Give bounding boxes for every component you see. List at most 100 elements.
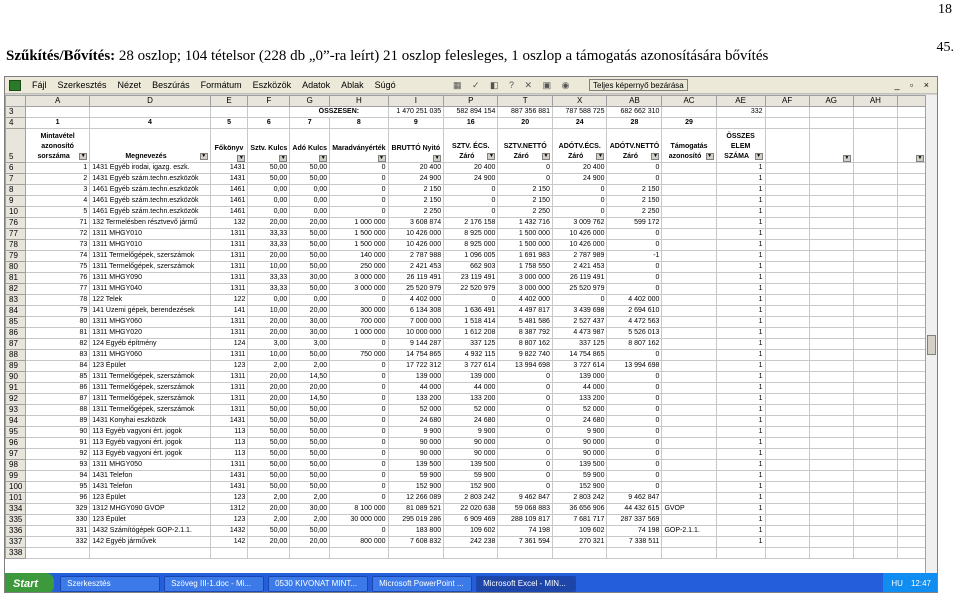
cell[interactable]: 12 266 089 xyxy=(387,492,445,504)
cell[interactable] xyxy=(896,173,927,185)
filter-dropdown-icon[interactable]: ▼ xyxy=(279,155,288,162)
row-header[interactable]: 89 xyxy=(5,360,26,372)
cell[interactable]: 50,00 xyxy=(247,426,291,438)
cell[interactable]: 1461 xyxy=(209,195,249,207)
taskbar-button[interactable]: Szöveg III-1.doc - Mi... xyxy=(164,575,265,592)
cell[interactable] xyxy=(808,393,854,405)
cell[interactable]: 36 656 906 xyxy=(551,503,608,515)
cell[interactable]: 1 500 000 xyxy=(497,239,553,251)
row-header[interactable]: 77 xyxy=(5,228,26,240)
cell[interactable]: 50,00 xyxy=(247,415,291,427)
cell[interactable]: 123 Épület xyxy=(89,492,211,504)
cell[interactable]: 1 xyxy=(715,261,766,273)
cell[interactable]: 750 000 xyxy=(329,349,389,361)
cell[interactable]: 1311 xyxy=(209,327,249,339)
cell[interactable] xyxy=(896,536,927,548)
menu-tools[interactable]: Eszközök xyxy=(253,80,292,90)
cell[interactable]: 7 681 717 xyxy=(551,514,608,526)
cell[interactable]: 5 xyxy=(209,117,249,129)
cell[interactable] xyxy=(606,547,663,559)
cell[interactable] xyxy=(661,250,717,262)
cell[interactable]: 50,00 xyxy=(289,525,331,537)
cell[interactable]: 5 526 013 xyxy=(606,327,663,339)
cell[interactable] xyxy=(764,162,810,174)
cell[interactable]: 0 xyxy=(551,195,608,207)
header-sztv-key[interactable]: Sztv. Kulcs ▼ xyxy=(247,128,291,163)
col-header[interactable]: F xyxy=(247,95,291,107)
total-label[interactable]: ÖSSZESEN: xyxy=(289,106,389,118)
cell[interactable]: 2 150 xyxy=(387,195,445,207)
cell[interactable] xyxy=(808,371,854,383)
cell[interactable]: 33,33 xyxy=(247,228,291,240)
cell[interactable]: 88 xyxy=(24,404,91,416)
cell[interactable]: 9 462 847 xyxy=(606,492,663,504)
cell[interactable]: 1311 xyxy=(209,283,249,295)
cell[interactable]: 83 xyxy=(24,349,91,361)
cell[interactable]: 1 xyxy=(24,117,91,129)
cell[interactable]: 50,00 xyxy=(289,415,331,427)
cell[interactable] xyxy=(808,217,854,229)
cell[interactable] xyxy=(764,327,810,339)
cell[interactable]: 1311 Termelőgépek, szerszámok xyxy=(89,393,211,405)
cell[interactable]: 8 925 000 xyxy=(443,228,499,240)
cell[interactable]: 76 xyxy=(24,272,91,284)
cell[interactable]: 50,00 xyxy=(289,470,331,482)
row-header[interactable]: 81 xyxy=(5,272,26,284)
cell[interactable]: 1311 MHGY010 xyxy=(89,239,211,251)
filter-dropdown-icon[interactable]: ▼ xyxy=(754,153,763,160)
cell[interactable]: 0 xyxy=(497,426,553,438)
cell[interactable]: 1 xyxy=(715,470,766,482)
cell[interactable]: 22 520 979 xyxy=(443,283,499,295)
cell[interactable] xyxy=(896,437,927,449)
cell[interactable]: 13 994 698 xyxy=(497,360,553,372)
cell[interactable]: 0 xyxy=(606,393,663,405)
filter-dropdown-icon[interactable]: ▼ xyxy=(842,155,851,162)
cell[interactable] xyxy=(443,547,499,559)
cell[interactable] xyxy=(808,316,854,328)
cell[interactable]: 17 722 312 xyxy=(387,360,445,372)
cell[interactable]: 2,00 xyxy=(247,514,291,526)
cell[interactable] xyxy=(808,525,854,537)
cell[interactable]: 1311 Termelőgépek, szerszámok xyxy=(89,261,211,273)
cell[interactable]: 0 xyxy=(606,239,663,251)
excel-document-icon[interactable] xyxy=(9,79,21,91)
col-header[interactable]: T xyxy=(497,95,553,107)
cell[interactable]: 329 xyxy=(24,503,91,515)
cell[interactable]: 1312 xyxy=(209,503,249,515)
toolbar-icons[interactable]: ▦ ✓ ◧ ? ✕ ▣ ◉ xyxy=(453,80,573,91)
cell[interactable]: 85 xyxy=(24,371,91,383)
vertical-scrollbar[interactable] xyxy=(925,95,937,573)
cell[interactable]: 50,00 xyxy=(289,283,331,295)
cell[interactable] xyxy=(764,217,810,229)
cell[interactable]: 24 900 xyxy=(387,173,445,185)
cell[interactable] xyxy=(852,547,898,559)
cell[interactable] xyxy=(896,371,927,383)
cell[interactable]: 0 xyxy=(329,525,389,537)
cell[interactable]: 1311 xyxy=(209,261,249,273)
cell[interactable]: 582 894 154 xyxy=(443,106,499,118)
cell[interactable]: 1 xyxy=(715,283,766,295)
cell[interactable]: -1 xyxy=(606,250,663,262)
cell[interactable]: 123 xyxy=(209,360,249,372)
cell[interactable]: 2,00 xyxy=(289,492,331,504)
cell[interactable]: 5 481 586 xyxy=(497,316,553,328)
cell[interactable] xyxy=(661,393,717,405)
cell[interactable]: 140 000 xyxy=(329,250,389,262)
cell[interactable] xyxy=(764,338,810,350)
cell[interactable] xyxy=(661,195,717,207)
cell[interactable] xyxy=(852,316,898,328)
cell[interactable] xyxy=(896,481,927,493)
cell[interactable]: 33,33 xyxy=(247,272,291,284)
cell[interactable]: 50,00 xyxy=(247,173,291,185)
cell[interactable]: 113 xyxy=(209,426,249,438)
cell[interactable]: 141 xyxy=(209,305,249,317)
cell[interactable] xyxy=(852,514,898,526)
cell[interactable]: 50,00 xyxy=(247,448,291,460)
cell[interactable] xyxy=(896,338,927,350)
cell[interactable]: 1 xyxy=(715,503,766,515)
cell[interactable]: 0 xyxy=(551,294,608,306)
cell[interactable]: 0,00 xyxy=(289,294,331,306)
cell[interactable]: 1 000 000 xyxy=(329,327,389,339)
cell[interactable]: 0 xyxy=(329,338,389,350)
cell[interactable]: 44 432 615 xyxy=(606,503,663,515)
